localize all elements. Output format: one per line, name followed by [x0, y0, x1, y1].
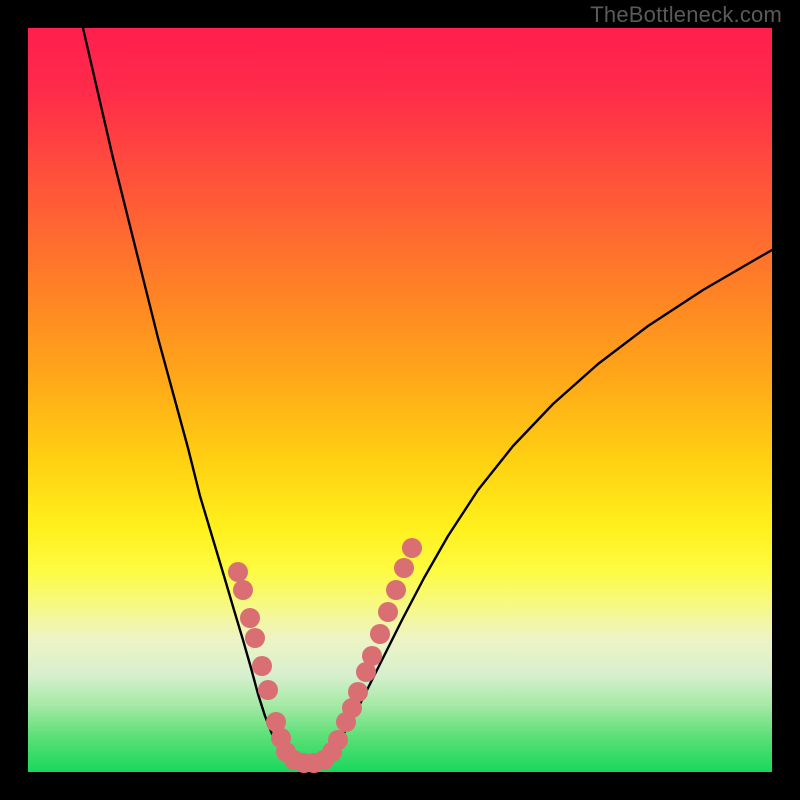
bead-marker — [362, 646, 382, 666]
bead-group — [228, 538, 422, 773]
bead-marker — [370, 624, 390, 644]
outer-frame: TheBottleneck.com — [0, 0, 800, 800]
bead-marker — [258, 680, 278, 700]
bead-marker — [240, 608, 260, 628]
bead-marker — [328, 730, 348, 750]
bead-marker — [233, 580, 253, 600]
bead-marker — [228, 562, 248, 582]
bead-marker — [386, 580, 406, 600]
bottleneck-curve — [83, 28, 772, 764]
bead-marker — [394, 558, 414, 578]
bead-marker — [245, 628, 265, 648]
bead-marker — [252, 656, 272, 676]
bead-marker — [402, 538, 422, 558]
plot-area — [28, 28, 772, 772]
chart-svg — [28, 28, 772, 772]
bead-marker — [378, 602, 398, 622]
watermark-text: TheBottleneck.com — [590, 2, 782, 28]
bead-marker — [348, 682, 368, 702]
